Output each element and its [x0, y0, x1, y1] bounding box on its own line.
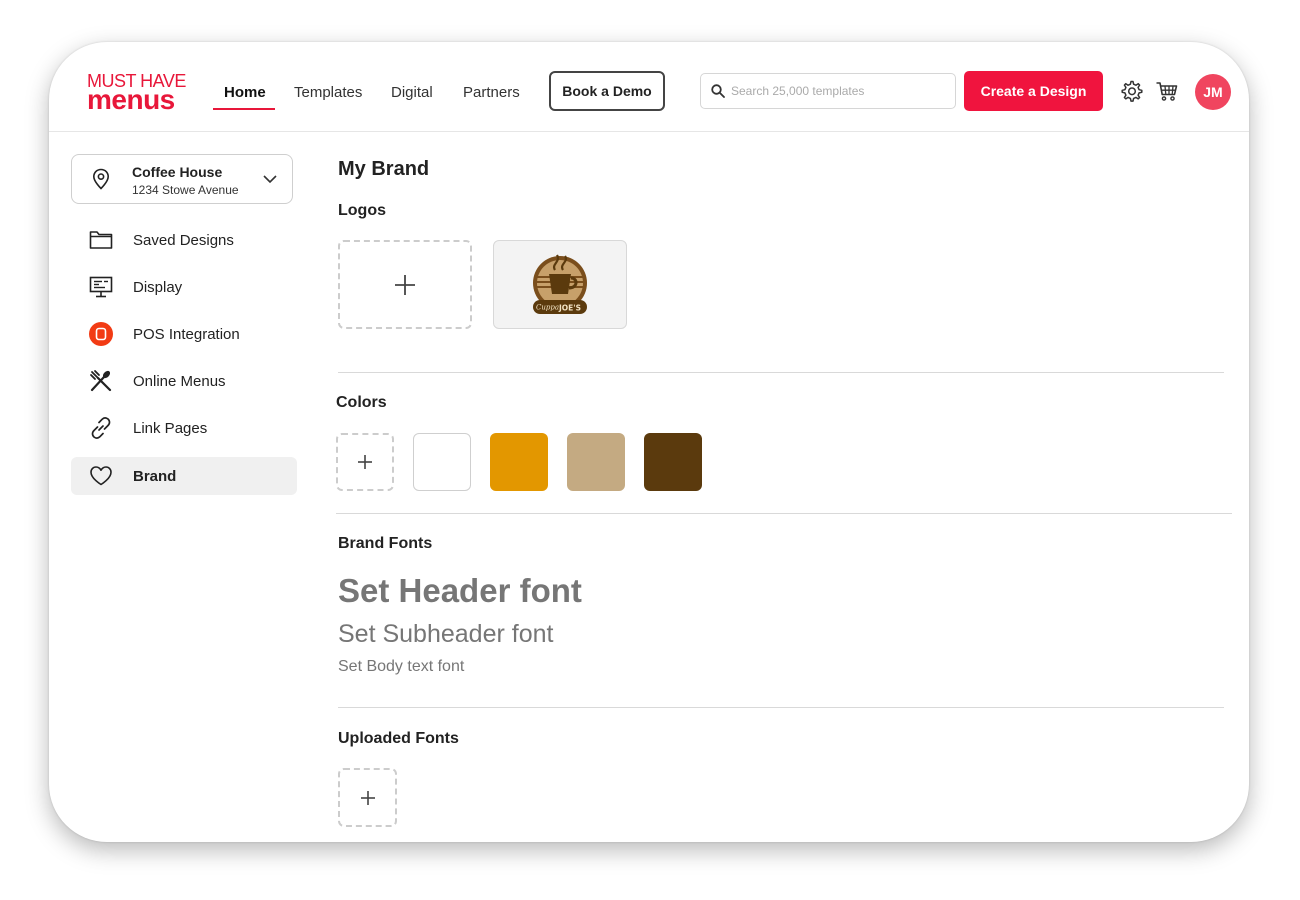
location-name: Coffee House: [132, 164, 223, 180]
search-icon: [711, 84, 725, 98]
logos-heading: Logos: [338, 202, 386, 219]
logo-text-joes: JOE'S: [558, 303, 581, 312]
brand-fonts-heading: Brand Fonts: [338, 535, 433, 552]
top-header: MUST HAVE menus Home Templates Digital P…: [49, 42, 1249, 132]
sidebar-item-link-pages[interactable]: Link Pages: [71, 409, 297, 447]
book-demo-button[interactable]: Book a Demo: [549, 71, 665, 111]
nav-digital[interactable]: Digital: [391, 84, 433, 101]
set-header-font-link[interactable]: Set Header font: [338, 572, 582, 610]
add-font-button[interactable]: [338, 768, 397, 827]
sidebar-item-label: Display: [133, 279, 183, 296]
color-swatch-white[interactable]: [413, 433, 471, 491]
location-address: 1234 Stowe Avenue: [132, 183, 239, 197]
gear-icon[interactable]: [1120, 79, 1144, 103]
search-bar[interactable]: [700, 73, 956, 109]
section-divider: [338, 707, 1224, 708]
plus-icon: [395, 274, 415, 295]
coffee-logo-image: Cuppa JOE'S: [533, 253, 587, 314]
cart-icon[interactable]: [1155, 79, 1179, 103]
sidebar-item-pos-integration[interactable]: POS Integration: [71, 315, 297, 353]
logo-text-cuppa: Cuppa: [536, 303, 559, 311]
user-avatar[interactable]: JM: [1195, 74, 1231, 110]
uploaded-fonts-heading: Uploaded Fonts: [338, 730, 459, 747]
app-window: MUST HAVE menus Home Templates Digital P…: [49, 42, 1249, 842]
brand-logo[interactable]: MUST HAVE menus: [87, 72, 186, 114]
color-swatch-orange[interactable]: [490, 433, 548, 491]
section-divider: [336, 513, 1232, 514]
add-logo-button[interactable]: [338, 240, 472, 329]
location-pin-icon: [92, 168, 110, 190]
chevron-down-icon: [263, 175, 277, 184]
pos-icon: [89, 322, 113, 346]
nav-active-indicator: [213, 108, 275, 110]
nav-templates[interactable]: Templates: [294, 84, 362, 101]
sidebar-item-saved-designs[interactable]: Saved Designs: [71, 221, 297, 259]
utensils-icon: [90, 370, 112, 392]
uploaded-logo[interactable]: Cuppa JOE'S: [493, 240, 627, 329]
sidebar-item-label: Saved Designs: [133, 232, 234, 249]
add-color-button[interactable]: [336, 433, 394, 491]
search-input[interactable]: [731, 84, 941, 98]
nav-home[interactable]: Home: [224, 84, 266, 101]
sidebar-item-label: POS Integration: [133, 326, 240, 343]
sidebar-item-label: Brand: [133, 468, 177, 485]
sidebar-item-label: Online Menus: [133, 373, 226, 390]
folder-icon: [89, 231, 113, 249]
nav-partners[interactable]: Partners: [463, 84, 520, 101]
logo-line-2: menus: [87, 84, 175, 115]
set-subheader-font-link[interactable]: Set Subheader font: [338, 620, 553, 649]
sidebar-item-brand[interactable]: Brand: [71, 457, 297, 495]
colors-heading: Colors: [336, 394, 387, 411]
sidebar-item-label: Link Pages: [133, 420, 208, 437]
sidebar-item-online-menus[interactable]: Online Menus: [71, 362, 297, 400]
color-swatch-brown[interactable]: [644, 433, 702, 491]
location-selector[interactable]: Coffee House 1234 Stowe Avenue: [71, 154, 293, 204]
link-icon: [91, 417, 111, 439]
color-swatch-tan[interactable]: [567, 433, 625, 491]
sidebar-item-display[interactable]: Display: [71, 268, 297, 306]
page-title: My Brand: [338, 158, 430, 180]
create-design-button[interactable]: Create a Design: [964, 71, 1103, 111]
section-divider: [338, 372, 1224, 373]
set-body-font-link[interactable]: Set Body text font: [338, 658, 464, 676]
plus-icon: [358, 455, 372, 469]
monitor-icon: [89, 276, 113, 298]
heart-icon: [90, 466, 112, 486]
plus-icon: [360, 790, 375, 805]
